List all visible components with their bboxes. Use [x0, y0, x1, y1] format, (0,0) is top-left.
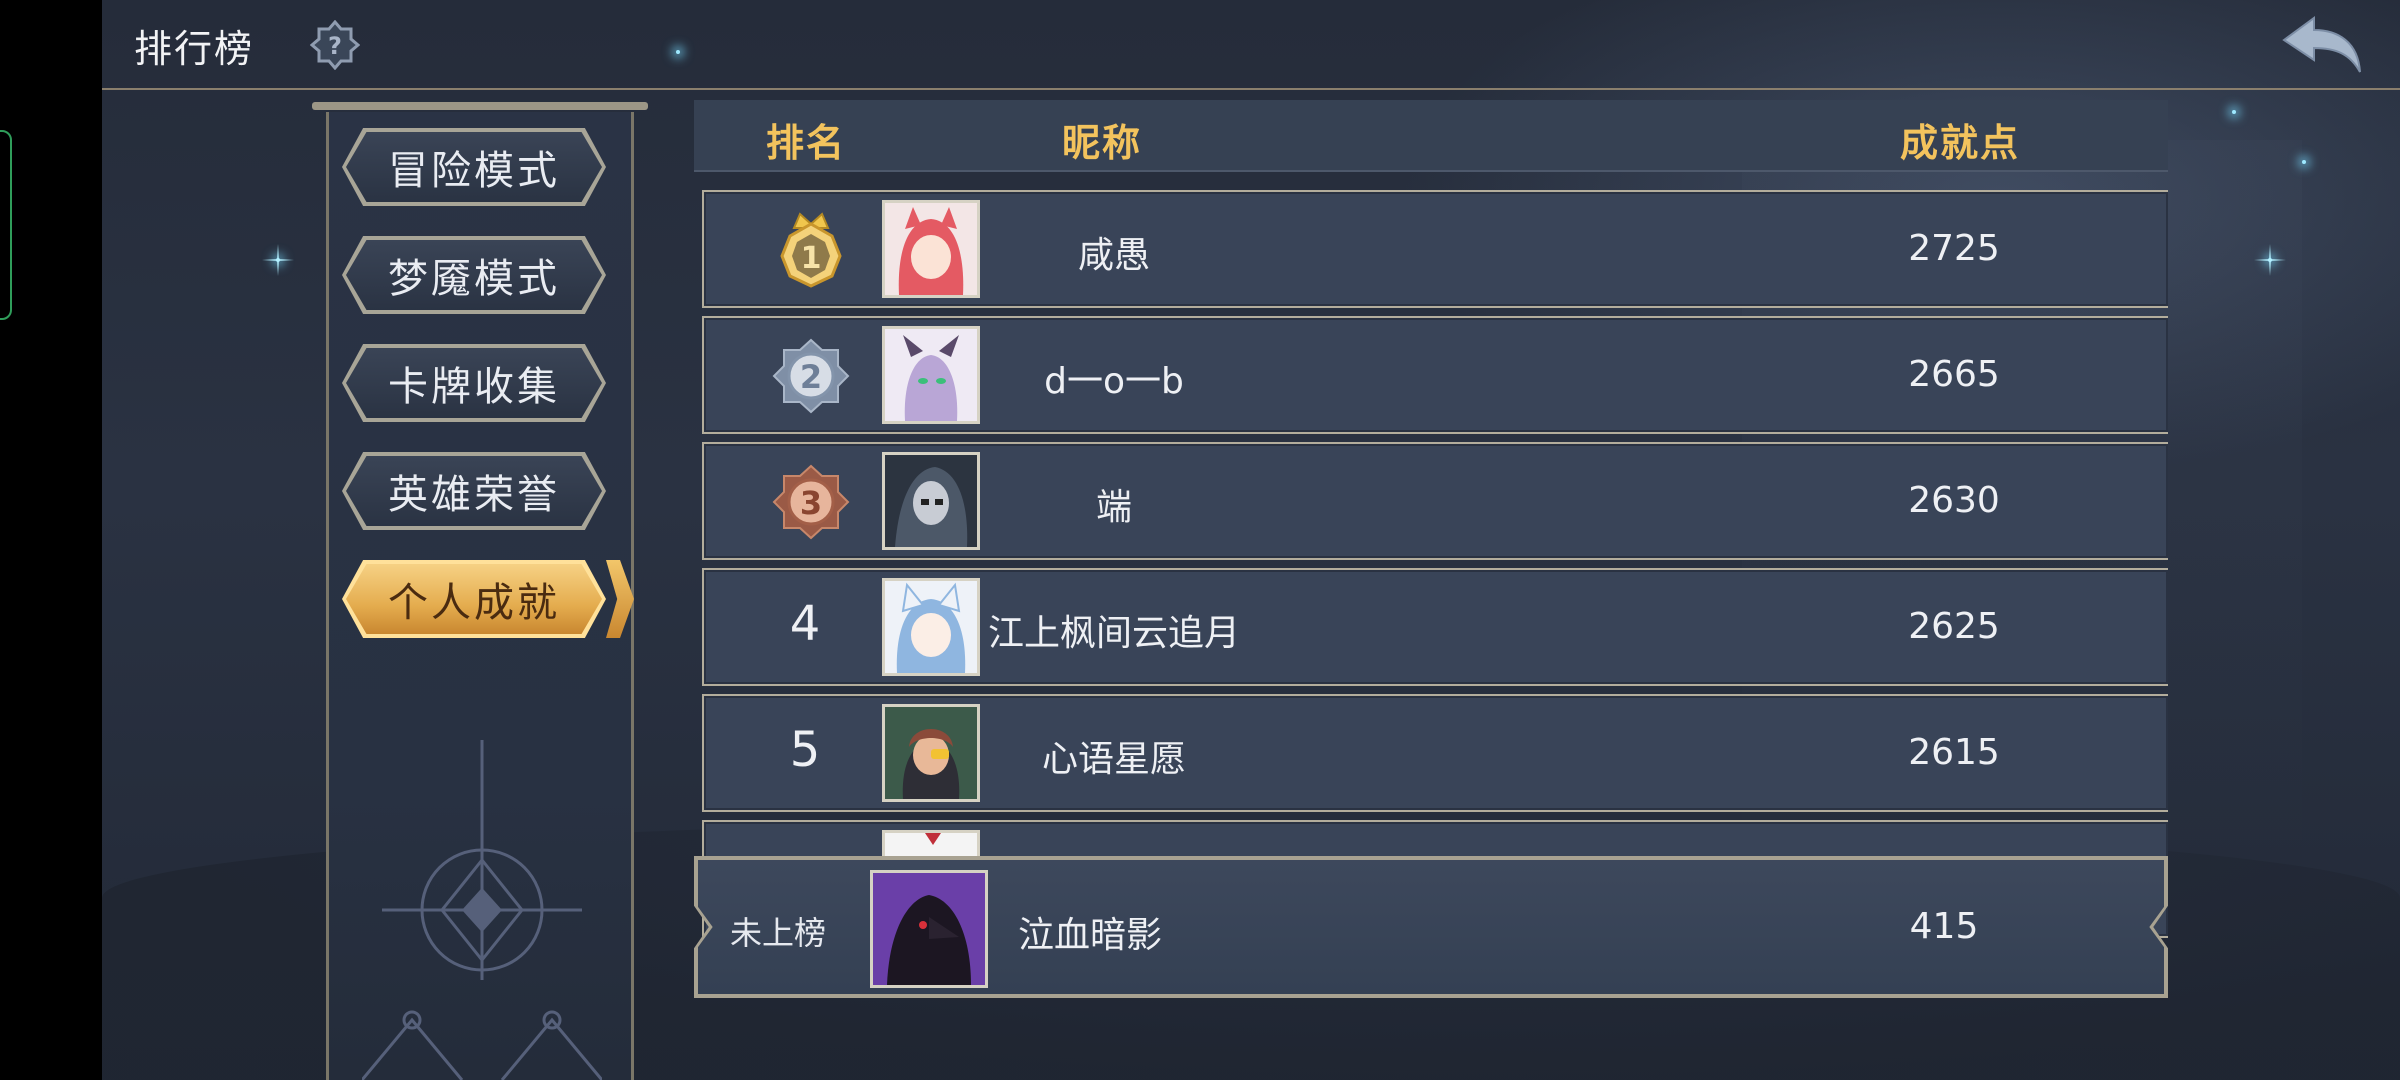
self-avatar[interactable]: [870, 870, 988, 988]
table-header: 排名 昵称 成就点: [694, 100, 2168, 172]
avatar[interactable]: [882, 578, 980, 676]
star-sparkle: [2232, 110, 2236, 114]
achievement-points: 2615: [1908, 732, 2000, 773]
tab-label: 卡牌收集: [388, 364, 560, 410]
screen: 排行榜 ? 冒险模式 梦魇模式 卡牌收集 英雄荣誉 个人成就 排名 昵称 成就点…: [0, 0, 2400, 1080]
star-sparkle: [2302, 160, 2306, 164]
tab-adventure-mode[interactable]: 冒险模式: [342, 128, 606, 206]
avatar[interactable]: [882, 326, 980, 424]
star-sparkle: [2268, 244, 2272, 276]
avatar[interactable]: [882, 704, 980, 802]
tab-label: 冒险模式: [388, 148, 560, 194]
achievement-points: 2630: [1908, 480, 2000, 521]
table-row[interactable]: 1 咸愚 2725: [702, 190, 2168, 308]
leaderboard-list[interactable]: 1 咸愚 2725 2 d一o一b 2665 3 端 2630 4 江上枫间云追…: [694, 188, 2168, 940]
leaderboard-table: 排名 昵称 成就点 1 咸愚 2725 2 d一o一b 2665 3 端 263…: [694, 100, 2168, 1000]
rank-number: 4: [789, 596, 821, 652]
silver-medal-icon: 2: [772, 338, 850, 414]
top-bar: 排行榜 ?: [102, 0, 2400, 90]
nickname: 端: [1095, 487, 1132, 528]
nickname: d一o一b: [1044, 361, 1184, 402]
self-achievement-points: 415: [1909, 906, 1979, 947]
table-row[interactable]: 2 d一o一b 2665: [702, 316, 2168, 434]
achievement-points: 2625: [1908, 606, 2000, 647]
self-nickname: 泣血暗影: [1018, 915, 1163, 956]
gold-crown-medal-icon: 1: [780, 212, 842, 288]
star-sparkle: [276, 244, 280, 276]
svg-text:2: 2: [800, 358, 822, 396]
achievement-points: 2665: [1908, 354, 2000, 395]
tab-nightmare-mode[interactable]: 梦魇模式: [342, 236, 606, 314]
tab-label: 英雄荣誉: [388, 472, 560, 518]
unranked-label: 未上榜: [730, 914, 827, 952]
avatar[interactable]: [882, 452, 980, 550]
tab-card-collection[interactable]: 卡牌收集: [342, 344, 606, 422]
table-row[interactable]: 5 心语星愿 2615: [702, 694, 2168, 812]
bronze-medal-icon: 3: [772, 464, 850, 540]
tab-label: 梦魇模式: [388, 256, 560, 302]
column-header-nickname: 昵称: [1062, 121, 1143, 165]
achievement-points: 2725: [1908, 228, 2000, 269]
svg-text:?: ?: [328, 32, 342, 60]
banner-rod: [312, 102, 648, 110]
column-header-rank: 排名: [766, 121, 847, 165]
banner-ornament: [362, 740, 602, 1080]
device-edge: [0, 130, 12, 320]
svg-text:1: 1: [801, 241, 822, 276]
column-header-points: 成就点: [1900, 121, 2021, 165]
nickname: 心语星愿: [1041, 739, 1186, 780]
leaderboard-screen: 排行榜 ? 冒险模式 梦魇模式 卡牌收集 英雄荣誉 个人成就 排名 昵称 成就点…: [102, 0, 2400, 1080]
rank-number: 5: [789, 722, 821, 778]
table-row[interactable]: 4 江上枫间云追月 2625: [702, 568, 2168, 686]
nickname: 咸愚: [1077, 235, 1150, 276]
page-title: 排行榜: [134, 27, 255, 71]
mode-tabs-banner: 冒险模式 梦魇模式 卡牌收集 英雄荣誉 个人成就: [312, 100, 648, 1080]
avatar[interactable]: [882, 200, 980, 298]
back-arrow-icon[interactable]: [2280, 14, 2364, 76]
tab-label: 个人成就: [388, 580, 560, 626]
self-rank-row[interactable]: 未上榜 泣血暗影 415: [694, 856, 2168, 998]
table-row[interactable]: 3 端 2630: [702, 442, 2168, 560]
tab-personal-achievement[interactable]: 个人成就: [342, 560, 606, 638]
svg-text:3: 3: [800, 484, 822, 522]
tab-hero-honor[interactable]: 英雄荣誉: [342, 452, 606, 530]
help-question-icon[interactable]: ?: [309, 19, 361, 71]
nickname: 江上枫间云追月: [987, 613, 1240, 654]
